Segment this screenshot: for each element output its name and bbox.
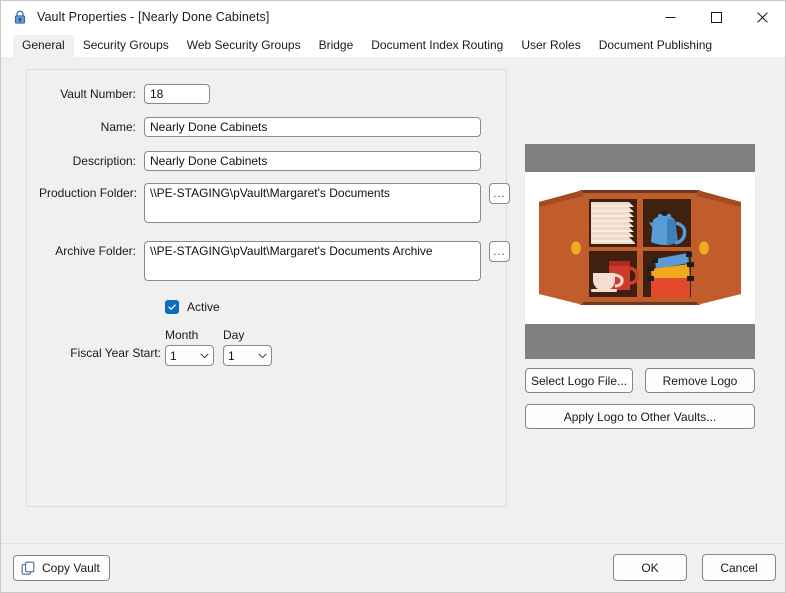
tab-security-groups[interactable]: Security Groups <box>74 35 178 57</box>
vault-number-label: Vault Number: <box>60 87 136 101</box>
active-checkbox[interactable] <box>165 300 179 314</box>
tab-document-publishing[interactable]: Document Publishing <box>590 35 721 57</box>
dialog-footer: Copy Vault OK Cancel <box>1 543 785 592</box>
chevron-down-icon <box>258 353 267 358</box>
maximize-button[interactable] <box>693 1 739 33</box>
ok-button[interactable]: OK <box>613 554 687 581</box>
active-checkbox-row[interactable]: Active <box>165 300 220 314</box>
select-logo-file-button[interactable]: Select Logo File... <box>525 368 633 393</box>
fiscal-day-select[interactable]: 1 <box>223 345 272 366</box>
copy-icon <box>21 561 35 575</box>
cancel-button[interactable]: Cancel <box>702 554 776 581</box>
title-bar: Vault Properties - [Nearly Done Cabinets… <box>1 1 785 33</box>
checkmark-icon <box>168 304 176 310</box>
minimize-icon <box>665 16 675 18</box>
copy-vault-button[interactable]: Copy Vault <box>13 555 110 581</box>
description-label: Description: <box>72 154 136 168</box>
archive-folder-browse-button[interactable]: ... <box>489 241 510 262</box>
apply-logo-to-other-vaults-button[interactable]: Apply Logo to Other Vaults... <box>525 404 755 429</box>
window-title: Vault Properties - [Nearly Done Cabinets… <box>37 10 270 24</box>
day-header: Day <box>223 328 245 342</box>
tab-document-index-routing[interactable]: Document Index Routing <box>362 35 512 57</box>
archive-folder-label: Archive Folder: <box>55 244 136 258</box>
pots-stack <box>647 252 694 297</box>
month-header: Month <box>165 328 199 342</box>
production-folder-input[interactable] <box>144 183 481 223</box>
fiscal-day-value: 1 <box>228 348 235 363</box>
tab-user-roles[interactable]: User Roles <box>512 35 589 57</box>
maximize-icon <box>710 11 722 23</box>
close-button[interactable] <box>739 1 785 33</box>
remove-logo-button[interactable]: Remove Logo <box>645 368 755 393</box>
name-row: Name: <box>39 117 481 137</box>
vault-number-input[interactable] <box>144 84 210 104</box>
name-label: Name: <box>100 120 136 134</box>
tab-web-security-groups[interactable]: Web Security Groups <box>178 35 310 57</box>
production-folder-row: Production Folder: ... <box>39 183 510 223</box>
cabinet-logo-image <box>525 144 755 359</box>
description-row: Description: <box>39 151 481 171</box>
vault-logo-preview <box>525 144 755 359</box>
tab-bridge[interactable]: Bridge <box>310 35 363 57</box>
general-tab-panel: Vault Number: Name: Description: Product… <box>1 57 785 543</box>
tab-general[interactable]: General <box>13 35 74 57</box>
production-folder-label: Production Folder: <box>39 186 138 200</box>
fiscal-month-select[interactable]: 1 <box>165 345 214 366</box>
name-input[interactable] <box>144 117 481 137</box>
vault-properties-window: Vault Properties - [Nearly Done Cabinets… <box>0 0 786 593</box>
production-folder-browse-button[interactable]: ... <box>489 183 510 204</box>
vault-details-group: Vault Number: Name: Description: Product… <box>26 69 510 507</box>
fiscal-year-start-label: Fiscal Year Start: <box>70 346 161 360</box>
close-icon <box>756 11 768 23</box>
lock-icon <box>14 10 26 24</box>
copy-vault-label: Copy Vault <box>42 561 100 575</box>
plates-stack <box>591 202 635 244</box>
minimize-button[interactable] <box>647 1 693 33</box>
tab-strip: General Security Groups Web Security Gro… <box>1 33 785 57</box>
archive-folder-input[interactable] <box>144 241 481 281</box>
description-input[interactable] <box>144 151 481 171</box>
window-controls <box>647 1 785 33</box>
chevron-down-icon <box>200 353 209 358</box>
fiscal-month-value: 1 <box>170 348 177 363</box>
vault-number-row: Vault Number: <box>39 84 210 104</box>
active-label: Active <box>187 300 220 314</box>
archive-folder-row: Archive Folder: ... <box>39 241 510 281</box>
